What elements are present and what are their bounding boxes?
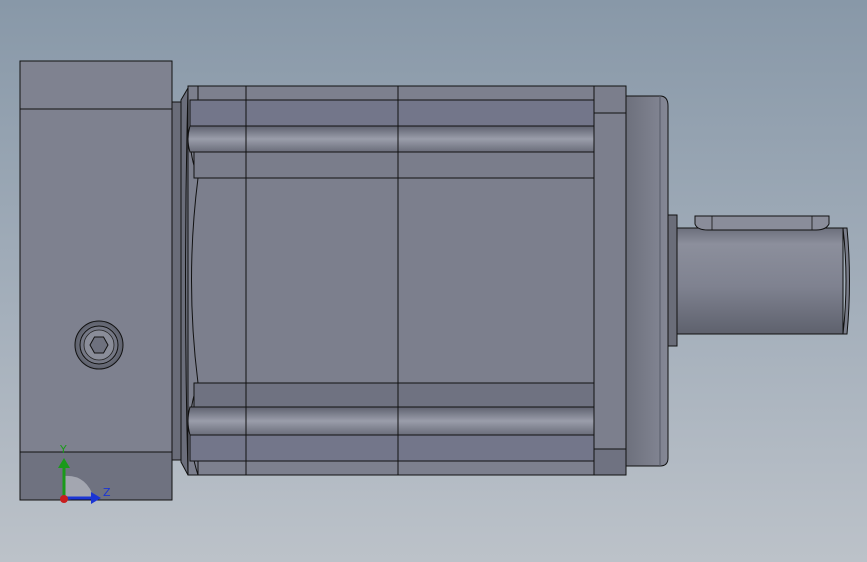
top-rib-lower [193, 151, 595, 179]
shaft-shoulder [667, 214, 678, 347]
bottom-rib-upper [193, 382, 595, 408]
graphics-viewport[interactable]: Y Z [0, 0, 867, 562]
x-axis-dot [60, 495, 68, 503]
mounting-block-top-face [19, 60, 173, 110]
bottom-rib [197, 460, 595, 476]
output-shaft[interactable] [676, 215, 850, 335]
motor-housing[interactable] [185, 85, 627, 476]
top-rib [197, 85, 595, 101]
hex-socket-bolt[interactable] [74, 320, 124, 370]
shaft-end-chamfer [842, 227, 850, 335]
front-flange[interactable] [625, 95, 678, 467]
model-view[interactable]: Y Z [0, 0, 867, 562]
mounting-block[interactable] [19, 60, 173, 501]
shaft-key [694, 215, 830, 231]
top-rib-inner [189, 99, 595, 127]
bottom-groove [187, 406, 595, 436]
bottom-rib-inner [189, 434, 595, 462]
z-axis-label: Z [103, 486, 111, 499]
y-axis-label: Y [59, 443, 67, 456]
top-groove [187, 125, 595, 153]
mounting-block-bottom-face [19, 451, 173, 501]
